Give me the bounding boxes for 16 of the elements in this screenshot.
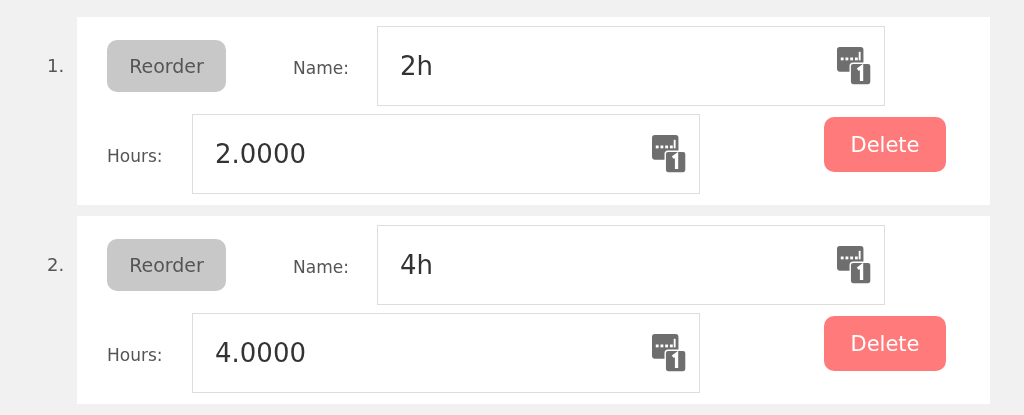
field-label: Hours:	[107, 345, 164, 365]
badge-icon[interactable]	[652, 334, 686, 372]
field-label: Hours:	[107, 146, 164, 166]
hours-field[interactable]: 2.0000	[192, 114, 700, 194]
hours-field[interactable]: 4.0000	[192, 313, 700, 393]
field-label: Name:	[293, 257, 350, 277]
entry-number: 1.	[46, 54, 66, 76]
name-field[interactable]: 2h	[377, 26, 885, 106]
entry-number: 2.	[46, 253, 66, 275]
field-label: Name:	[293, 58, 350, 78]
badge-icon[interactable]	[652, 135, 686, 173]
name-field[interactable]: 4h	[377, 225, 885, 305]
reorder-button[interactable]: Reorder	[107, 239, 226, 291]
reorder-button[interactable]: Reorder	[107, 40, 226, 92]
badge-icon[interactable]	[837, 246, 871, 284]
badge-icon[interactable]	[837, 47, 871, 85]
